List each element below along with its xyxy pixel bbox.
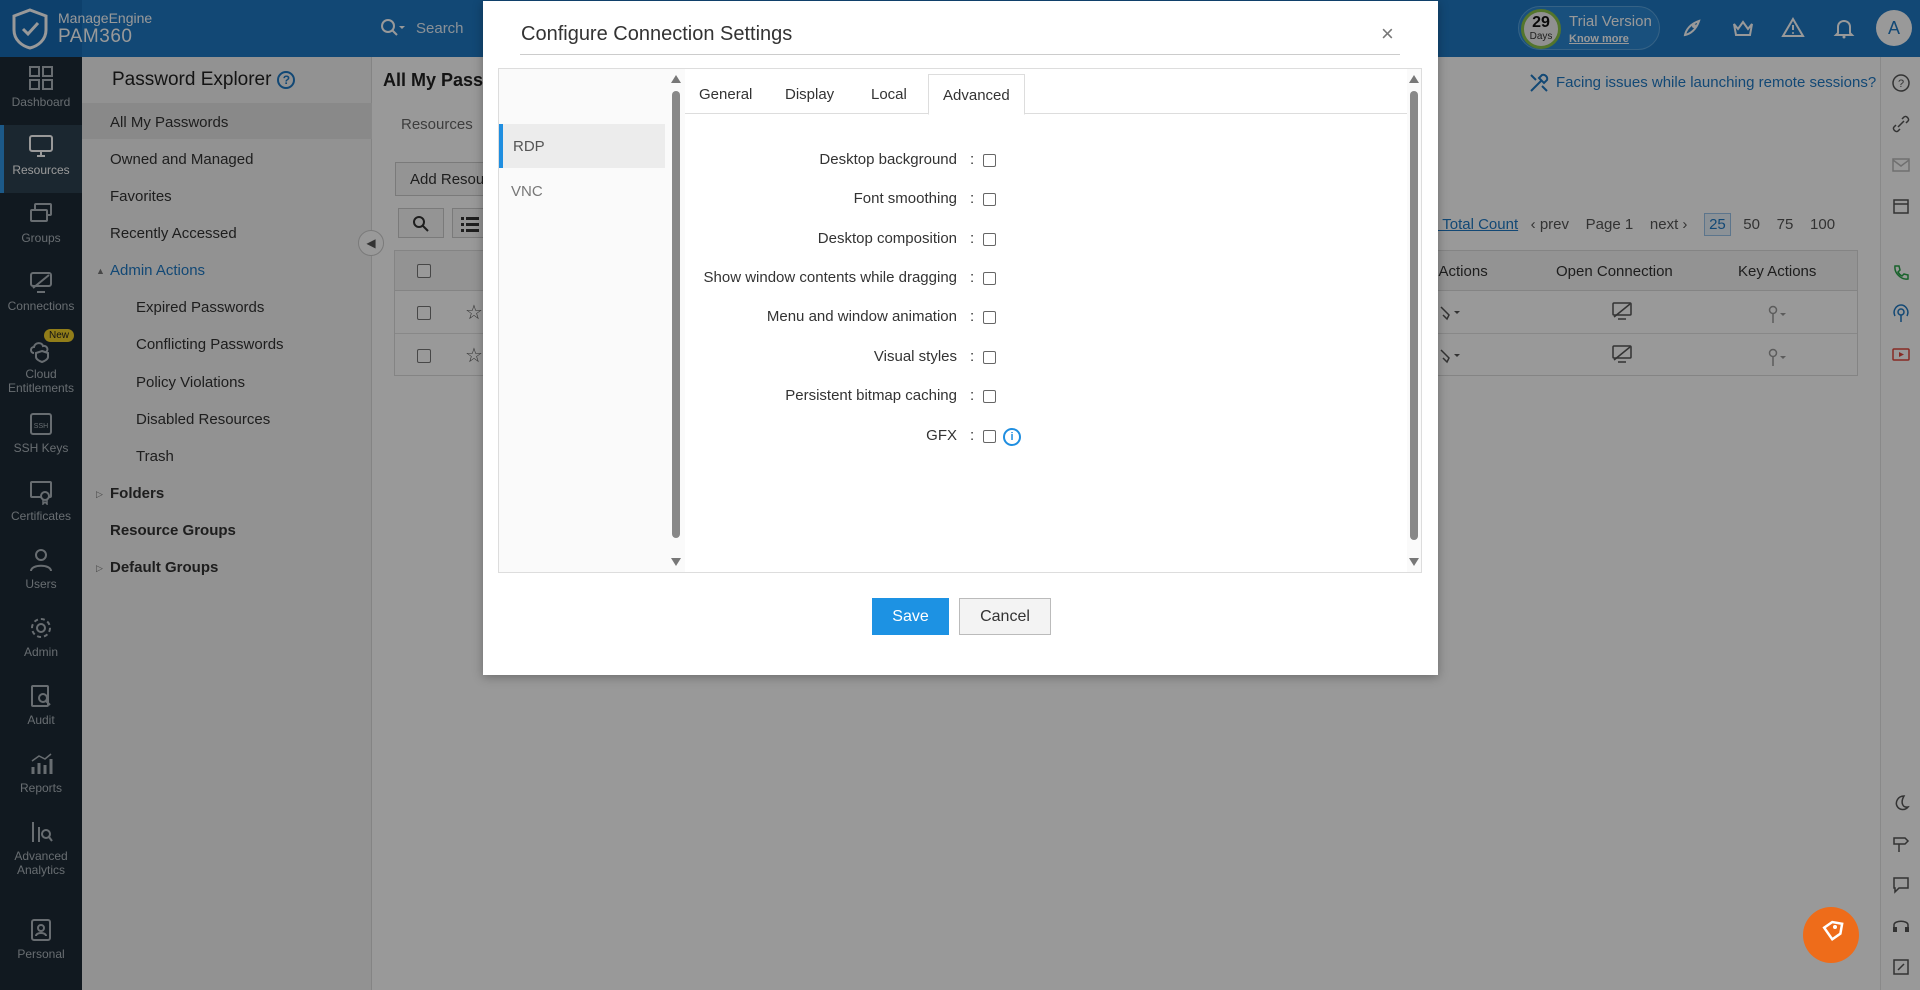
settings-content: General Display Local Advanced Desktop b… (685, 69, 1407, 572)
floating-tag-button[interactable] (1803, 907, 1859, 963)
tab-advanced[interactable]: Advanced (928, 74, 1025, 115)
tab-general[interactable]: General (685, 74, 766, 114)
option-label-show-window-contents: Show window contents while dragging (703, 269, 957, 286)
title-divider (520, 54, 1400, 55)
protocol-item-vnc[interactable]: VNC (499, 169, 665, 213)
info-icon[interactable]: i (1003, 428, 1021, 446)
tab-display[interactable]: Display (771, 74, 848, 114)
option-colon: : (970, 190, 975, 207)
tab-local[interactable]: Local (857, 74, 921, 114)
settings-tabs: General Display Local Advanced (685, 74, 1407, 115)
scroll-up-icon[interactable] (1409, 75, 1419, 83)
option-colon: : (970, 308, 975, 325)
option-colon: : (970, 427, 975, 444)
scroll-thumb[interactable] (1410, 91, 1418, 540)
scroll-down-icon[interactable] (671, 558, 681, 566)
cancel-button[interactable]: Cancel (959, 598, 1051, 635)
checkbox-gfx[interactable] (983, 430, 996, 443)
scroll-up-icon[interactable] (671, 75, 681, 83)
close-icon[interactable]: × (1381, 21, 1394, 47)
option-label-font-smoothing: Font smoothing (853, 190, 957, 207)
checkbox-show-window-contents[interactable] (983, 272, 996, 285)
dialog-title: Configure Connection Settings (521, 23, 793, 45)
checkbox-font-smoothing[interactable] (983, 193, 996, 206)
option-colon: : (970, 151, 975, 168)
checkbox-desktop-composition[interactable] (983, 233, 996, 246)
protocol-list-scrollbar[interactable] (669, 69, 683, 572)
option-colon: : (970, 269, 975, 286)
tag-icon (1822, 920, 1844, 942)
option-colon: : (970, 348, 975, 365)
option-colon: : (970, 387, 975, 404)
configure-connection-settings-dialog: Configure Connection Settings × RDP VNC … (483, 1, 1438, 675)
option-colon: : (970, 230, 975, 247)
option-label-persistent-bitmap-caching: Persistent bitmap caching (785, 387, 957, 404)
option-label-desktop-composition: Desktop composition (817, 230, 957, 247)
checkbox-desktop-background[interactable] (983, 154, 996, 167)
save-button[interactable]: Save (872, 598, 949, 635)
protocol-list: RDP VNC (499, 69, 671, 572)
scroll-down-icon[interactable] (1409, 558, 1419, 566)
protocol-item-rdp[interactable]: RDP (499, 124, 665, 168)
option-label-gfx: GFX (926, 427, 957, 444)
checkbox-persistent-bitmap-caching[interactable] (983, 390, 996, 403)
scroll-thumb[interactable] (672, 91, 680, 538)
checkbox-menu-window-animation[interactable] (983, 311, 996, 324)
checkbox-visual-styles[interactable] (983, 351, 996, 364)
settings-frame: RDP VNC General Display Local Advanced D… (498, 68, 1422, 573)
settings-scrollbar[interactable] (1407, 69, 1421, 572)
option-label-visual-styles: Visual styles (873, 348, 957, 365)
option-label-menu-window-animation: Menu and window animation (766, 308, 957, 325)
option-label-desktop-background: Desktop background (819, 151, 957, 168)
